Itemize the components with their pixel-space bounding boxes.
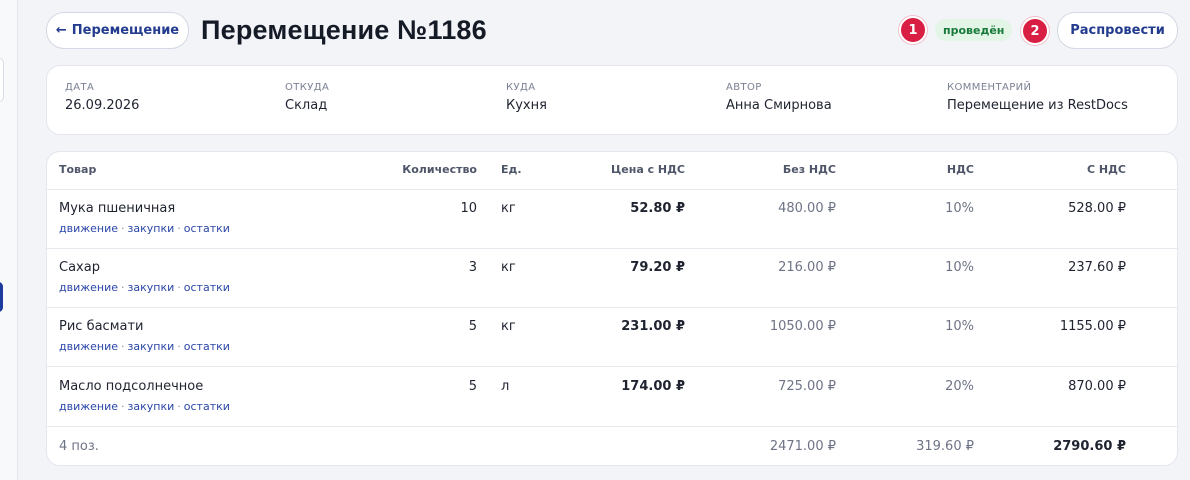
movement-link[interactable]: движение: [59, 400, 118, 413]
info-date-value: 26.09.2026: [65, 98, 140, 113]
item-price: 231.00 ₽: [621, 319, 685, 334]
table-header: Товар Количество Ед. Цена с НДС Без НДС …: [47, 152, 1177, 190]
item-vat: 20%: [945, 379, 974, 394]
column-header-qty[interactable]: Количество: [402, 163, 477, 176]
item-net: 480.00 ₽: [778, 201, 836, 216]
info-date-label: ДАТА: [65, 82, 95, 93]
item-qty: 10: [460, 201, 477, 216]
item-links: движение · закупки · остатки: [59, 281, 230, 294]
item-name: Мука пшеничная: [59, 201, 176, 216]
purchases-link[interactable]: закупки: [128, 281, 175, 294]
item-net: 725.00 ₽: [778, 379, 836, 394]
item-net: 216.00 ₽: [778, 260, 836, 275]
table-row: Масло подсолнечное движение · закупки · оста…: [47, 368, 1177, 427]
column-header-vat[interactable]: НДС: [947, 163, 974, 176]
stock-link[interactable]: остатки: [184, 340, 230, 353]
item-unit: кг: [501, 260, 516, 275]
item-links: движение · закупки · остатки: [59, 400, 230, 413]
info-author-label: АВТОР: [726, 82, 762, 93]
gross-total: 2790.60 ₽: [1053, 439, 1126, 454]
sidebar-item-fragment[interactable]: [0, 58, 4, 102]
item-vat: 10%: [945, 201, 974, 216]
column-header-item[interactable]: Товар: [59, 163, 96, 176]
item-price: 174.00 ₽: [621, 379, 685, 394]
info-author-value: Анна Смирнова: [726, 98, 832, 113]
item-price: 52.80 ₽: [630, 201, 685, 216]
purchases-link[interactable]: закупки: [128, 400, 175, 413]
item-qty: 3: [468, 260, 477, 275]
info-from-value: Склад: [285, 98, 328, 113]
item-gross: 528.00 ₽: [1068, 201, 1126, 216]
info-comment: КОММЕНТАРИЙ Перемещение из RestDocs: [947, 82, 1128, 113]
info-to: КУДА Кухня: [506, 82, 547, 113]
item-qty: 5: [468, 319, 477, 334]
item-price: 79.20 ₽: [630, 260, 685, 275]
purchases-link[interactable]: закупки: [128, 340, 175, 353]
unpost-button[interactable]: Распровести: [1057, 12, 1178, 49]
column-header-net[interactable]: Без НДС: [783, 163, 836, 176]
item-vat: 10%: [945, 260, 974, 275]
document-info-card: ДАТА 26.09.2026 ОТКУДА Склад КУДА Кухня …: [46, 65, 1178, 135]
info-comment-value: Перемещение из RestDocs: [947, 98, 1128, 113]
item-links: движение · закупки · остатки: [59, 222, 230, 235]
table-row: Сахар движение · закупки · остатки 3 кг 79.2…: [47, 249, 1177, 308]
annotation-marker-1: 1: [899, 16, 927, 44]
item-gross: 870.00 ₽: [1068, 379, 1126, 394]
back-button[interactable]: ← Перемещение: [46, 12, 189, 49]
stock-link[interactable]: остатки: [184, 400, 230, 413]
item-name: Сахар: [59, 260, 100, 275]
item-vat: 10%: [945, 319, 974, 334]
stock-link[interactable]: остатки: [184, 222, 230, 235]
movement-link[interactable]: движение: [59, 222, 118, 235]
sidebar-edge: [0, 0, 18, 480]
column-header-unit[interactable]: Ед.: [501, 163, 522, 176]
info-to-value: Кухня: [506, 98, 547, 113]
info-to-label: КУДА: [506, 82, 536, 93]
purchases-link[interactable]: закупки: [128, 222, 175, 235]
column-header-price[interactable]: Цена с НДС: [611, 163, 685, 176]
item-name: Масло подсолнечное: [59, 379, 204, 394]
table-footer: 4 поз. 2471.00 ₽ 319.60 ₽ 2790.60 ₽: [47, 427, 1177, 465]
column-header-gross[interactable]: С НДС: [1087, 163, 1126, 176]
info-author: АВТОР Анна Смирнова: [726, 82, 832, 113]
net-total: 2471.00 ₽: [769, 439, 836, 454]
item-gross: 237.60 ₽: [1068, 260, 1126, 275]
stock-link[interactable]: остатки: [184, 281, 230, 294]
back-button-label: Перемещение: [71, 23, 180, 38]
table-row: Рис басмати движение · закупки · остатки 5 к…: [47, 308, 1177, 367]
info-from: ОТКУДА Склад: [285, 82, 329, 113]
item-qty: 5: [468, 379, 477, 394]
arrow-left-icon: ←: [55, 23, 67, 38]
movement-link[interactable]: движение: [59, 281, 118, 294]
item-name: Рис басмати: [59, 319, 144, 334]
annotation-marker-2: 2: [1021, 17, 1049, 45]
info-from-label: ОТКУДА: [285, 82, 330, 93]
movement-link[interactable]: движение: [59, 340, 118, 353]
table-row: Мука пшеничная движение · закупки · остатки …: [47, 190, 1177, 249]
info-date: ДАТА 26.09.2026: [65, 82, 139, 113]
vat-total: 319.60 ₽: [916, 439, 974, 454]
item-gross: 1155.00 ₽: [1059, 319, 1126, 334]
item-unit: л: [501, 379, 510, 394]
item-unit: кг: [501, 319, 516, 334]
item-links: движение · закупки · остатки: [59, 340, 230, 353]
info-comment-label: КОММЕНТАРИЙ: [947, 82, 1032, 93]
item-unit: кг: [501, 201, 516, 216]
items-table: Товар Количество Ед. Цена с НДС Без НДС …: [46, 151, 1178, 466]
item-net: 1050.00 ₽: [769, 319, 836, 334]
sidebar-active-item-fragment[interactable]: [0, 282, 3, 312]
status-badge: проведён: [935, 19, 1013, 41]
page-title: Перемещение №1186: [201, 15, 487, 45]
positions-count: 4 поз.: [59, 439, 99, 454]
